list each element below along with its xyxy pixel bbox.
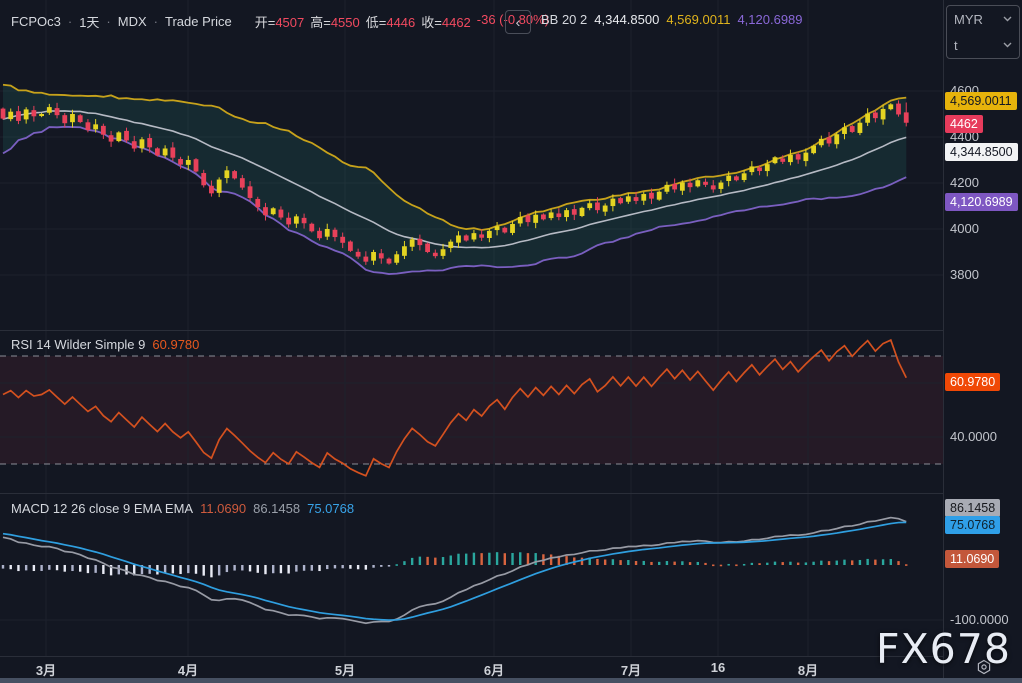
price-pane[interactable]: [0, 0, 943, 330]
legend-separator: ·: [154, 14, 158, 29]
bb-basis-value: 4,344.8500: [594, 12, 659, 27]
rsi-pane[interactable]: [0, 330, 943, 493]
chevron-down-icon: [1003, 42, 1012, 48]
legend-separator: ·: [68, 14, 72, 29]
bottom-toolbar-edge: [0, 678, 1022, 683]
settings-icon[interactable]: [976, 659, 992, 675]
price-tick-label: 40.0000: [950, 429, 997, 444]
price-tick-label: 4000: [950, 221, 979, 236]
x-axis-label: 8月: [798, 660, 818, 679]
bb-lower-value: 4,120.6989: [737, 12, 802, 27]
currency-unit-selector: MYR t: [946, 5, 1020, 59]
collapse-indicators-button[interactable]: ‹: [505, 10, 531, 34]
bb-legend[interactable]: BB 20 2 4,344.8500 4,569.0011 4,120.6989: [541, 12, 803, 27]
unit-value: t: [954, 38, 958, 53]
macd-line-value: 86.1458: [253, 501, 300, 516]
interval-label[interactable]: 1天: [79, 12, 99, 31]
macd-legend[interactable]: MACD 12 26 close 9 EMA EMA 11.0690 86.14…: [11, 501, 354, 516]
trading-chart-app: FCPOc3 · 1天 · MDX · Trade Price 开=4507 高…: [0, 0, 1022, 683]
low-value: 4446: [386, 15, 415, 30]
macd-hist-value: 11.0690: [200, 501, 246, 516]
legend-separator: ·: [106, 14, 110, 29]
pane-separator[interactable]: [0, 493, 1022, 494]
macd-signal-value: 75.0768: [307, 501, 354, 516]
currency-value: MYR: [954, 12, 983, 27]
bb-lower-badge: 4,120.6989: [945, 193, 1018, 211]
close-value: 4462: [442, 15, 471, 30]
x-axis-label: 7月: [621, 660, 641, 679]
candlestick-chart[interactable]: [0, 0, 943, 330]
macd-title[interactable]: MACD 12 26 close 9 EMA EMA: [11, 501, 193, 516]
macd-badge: 86.1458: [945, 499, 1000, 517]
rsi-legend[interactable]: RSI 14 Wilder Simple 9 60.9780: [11, 337, 199, 352]
signal-badge: 75.0768: [945, 516, 1000, 534]
open-label: 开=: [255, 15, 276, 30]
x-axis-label: 4月: [178, 660, 198, 679]
rsi-chart[interactable]: [0, 330, 943, 493]
chevron-left-icon: ‹: [516, 14, 521, 30]
close-label: 收=: [421, 15, 442, 30]
bb-basis-badge: 4,344.8500: [945, 143, 1018, 161]
rsi-badge: 60.9780: [945, 373, 1000, 391]
price-tick-label: 3800: [950, 267, 979, 282]
series-type-label: Trade Price: [165, 14, 232, 29]
chevron-down-icon: [1003, 16, 1012, 22]
last-price-badge: 4462: [945, 115, 983, 133]
bb-upper-value: 4,569.0011: [666, 12, 730, 27]
x-axis-label: 5月: [335, 660, 355, 679]
high-value: 4550: [331, 15, 360, 30]
exchange-label: MDX: [118, 14, 147, 29]
open-value: 4507: [275, 15, 304, 30]
bb-upper-badge: 4,569.0011: [945, 92, 1017, 110]
hist-badge: 11.0690: [945, 550, 999, 568]
price-tick-label: 4200: [950, 175, 979, 190]
unit-dropdown[interactable]: t: [947, 32, 1019, 58]
x-axis-label: 16: [711, 660, 725, 675]
time-scale[interactable]: 3月 4月 5月 6月 7月 16 8月: [0, 657, 943, 678]
bb-title[interactable]: BB 20 2: [541, 12, 587, 27]
macd-chart[interactable]: [0, 493, 943, 656]
price-scale[interactable]: MYR t 4600440042004000380040.0000-100.00…: [944, 0, 1022, 678]
symbol-legend[interactable]: FCPOc3 · 1天 · MDX · Trade Price 开=4507 高…: [11, 12, 549, 31]
pane-separator[interactable]: [0, 330, 1022, 331]
x-axis-label: 3月: [36, 660, 56, 679]
symbol-name[interactable]: FCPOc3: [11, 14, 61, 29]
currency-dropdown[interactable]: MYR: [947, 6, 1019, 32]
macd-pane[interactable]: [0, 493, 943, 656]
rsi-title[interactable]: RSI 14 Wilder Simple 9: [11, 337, 145, 352]
high-label: 高=: [310, 15, 331, 30]
price-tick-label: -100.0000: [950, 612, 1009, 627]
rsi-value: 60.9780: [152, 337, 199, 352]
x-axis-label: 6月: [484, 660, 504, 679]
low-label: 低=: [366, 15, 387, 30]
